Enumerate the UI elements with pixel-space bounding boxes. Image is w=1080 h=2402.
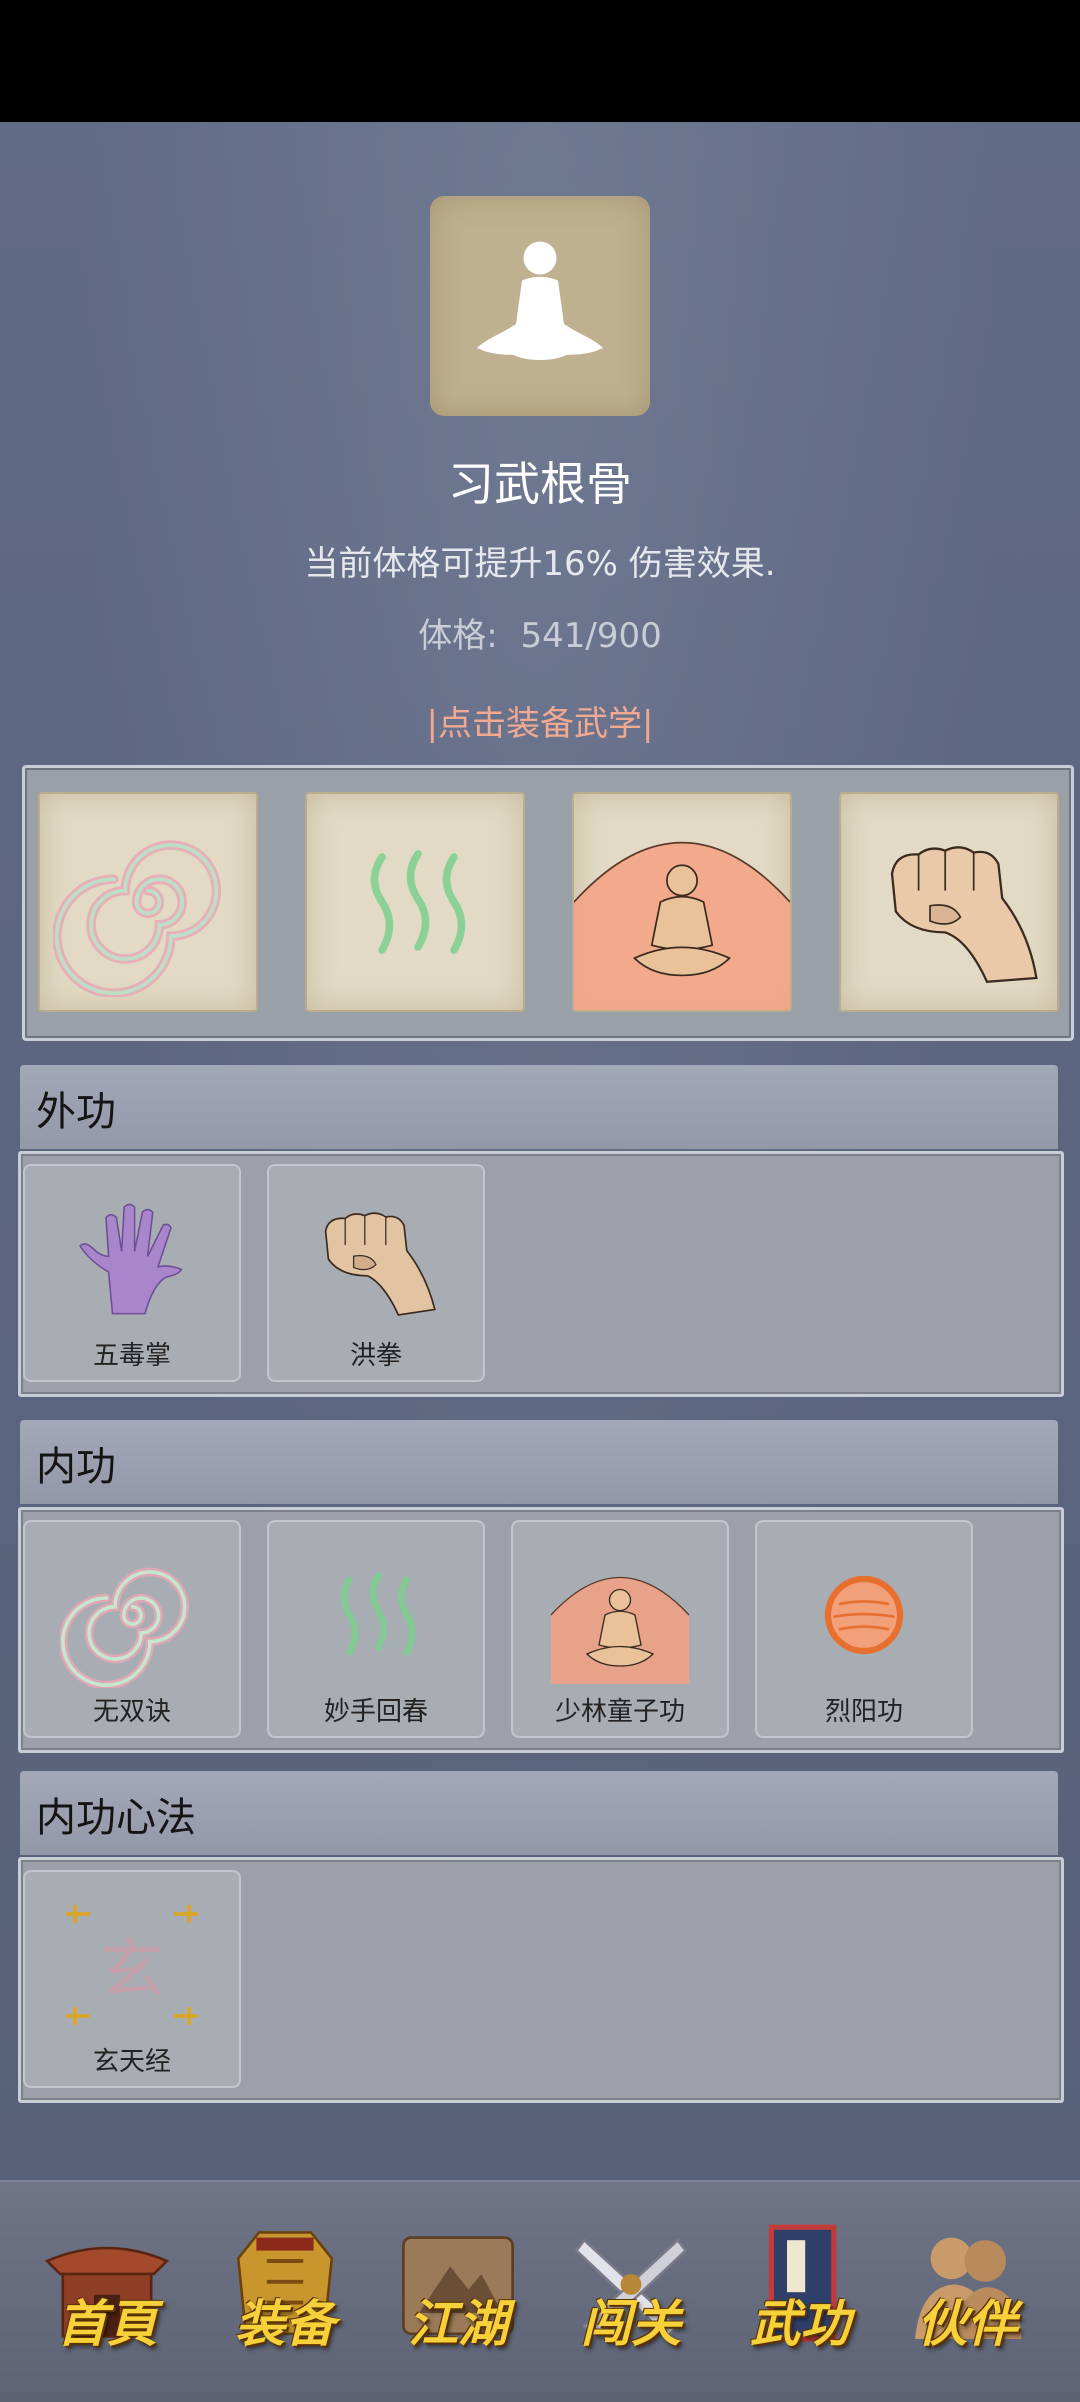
section-title: 内功心法 [36,1795,196,1841]
swirl-icon [53,840,222,997]
nav-martial-arts[interactable]: 武功 [725,2222,875,2382]
skill-card[interactable]: 妙手回春 [267,1520,485,1738]
equip-hint-link[interactable]: |点击装备武学| [0,696,1080,745]
skill-label: 烈阳功 [824,1697,903,1727]
nav-label: 武功 [750,2294,850,2353]
purple-palm-icon [78,1203,183,1315]
status-bar [0,0,1080,122]
meditating-monk-icon [550,1576,690,1684]
equipped-slot-2[interactable] [305,792,525,1012]
skill-card[interactable]: 无双诀 [23,1520,241,1738]
section-header-external: 外功 [20,1065,1058,1149]
orange-sun-icon [824,1575,904,1655]
skill-card[interactable]: 少林童子功 [511,1520,729,1738]
constitution-description: 当前体格可提升16% 伤害效果. [304,544,776,584]
bottom-nav: 首頁 装备 江湖 闯关 武功 伙伴 [0,2180,1080,2402]
fist-icon [890,846,1038,983]
nav-label: 装备 [235,2294,335,2353]
skill-label: 少林童子功 [554,1697,685,1727]
fist-icon [324,1212,436,1316]
section-header-mind-method: 内功心法 [20,1771,1058,1855]
skill-card[interactable]: 烈阳功 [755,1520,973,1738]
skill-label: 妙手回春 [323,1697,428,1727]
page-title: 习武根骨 [448,457,632,511]
skill-label: 洪拳 [349,1341,402,1371]
constitution-avatar [430,196,650,416]
stat-value: 541/900 [520,616,662,656]
equipped-skills-row [22,765,1074,1041]
nav-label: 江湖 [408,2294,508,2353]
nav-home[interactable]: 首頁 [32,2222,182,2382]
section-title: 外功 [36,1089,116,1135]
stat-label: 体格: [418,616,498,656]
scroll-character: 玄 [100,1934,164,2008]
equipped-slot-3[interactable] [572,792,792,1012]
constitution-stat: 体格: 541/900 [0,608,1080,657]
nav-jianghu[interactable]: 江湖 [383,2222,533,2382]
nav-companions[interactable]: 伙伴 [892,2222,1042,2382]
nav-equipment[interactable]: 装备 [210,2222,360,2382]
nav-label: 首頁 [57,2294,157,2353]
equipped-slot-1[interactable] [38,792,258,1012]
section-body-external: 五毒掌 洪拳 [18,1151,1064,1397]
skill-label: 无双诀 [92,1697,171,1727]
nav-challenge[interactable]: 闯关 [556,2222,706,2382]
section-header-internal: 内功 [20,1420,1058,1504]
meditating-figure-icon [477,241,603,360]
meditating-monk-icon [574,841,790,1010]
swirl-icon [59,1567,189,1688]
skill-label: 五毒掌 [92,1341,171,1371]
equipped-slot-4[interactable] [839,792,1059,1012]
green-waves-icon [370,850,466,954]
scroll-xuan-icon: 玄 [52,1890,212,2040]
skill-label: 玄天经 [92,2047,171,2077]
skill-card[interactable]: 洪拳 [267,1164,485,1382]
section-body-internal: 无双诀 妙手回春 少林童子功 烈阳功 [18,1507,1064,1753]
section-body-mind-method: 玄 玄天经 [18,1857,1064,2103]
nav-label: 闯关 [581,2294,681,2353]
skill-card[interactable]: 玄 玄天经 [23,1870,241,2088]
nav-label: 伙伴 [917,2294,1017,2353]
section-title: 内功 [36,1444,116,1490]
green-waves-icon [340,1572,416,1656]
skill-card[interactable]: 五毒掌 [23,1164,241,1382]
